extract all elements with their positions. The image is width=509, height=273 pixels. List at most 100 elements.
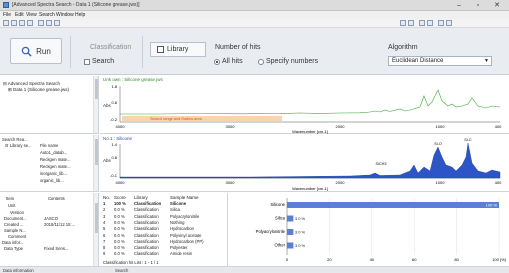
result-sample-name[interactable]: Polyester (170, 245, 187, 250)
menu-window[interactable]: Window (56, 12, 74, 18)
specify-numbers-radio[interactable] (258, 59, 264, 65)
properties-pane: Item Contents Unit Version Document... J… (0, 193, 99, 266)
status-right: Search (115, 268, 129, 273)
ribbon-separator (142, 36, 143, 68)
result-score[interactable]: 0.0 % (114, 207, 125, 212)
result-sample-name[interactable]: Hydrocarbon (170, 226, 194, 231)
prop-key: Sample N... (4, 228, 26, 233)
column-header-library: Library (134, 195, 148, 200)
result-score[interactable]: 0.0 % (114, 220, 125, 225)
result-sample-name[interactable]: Silicone (170, 201, 186, 206)
library-button[interactable]: Library (150, 42, 206, 57)
score-bar[interactable] (287, 215, 294, 222)
menu-view[interactable]: View (26, 12, 37, 18)
result-score[interactable]: 0.0 % (114, 226, 125, 231)
x-tick-label: 1000 (436, 180, 446, 185)
library-list-pane: Search Rea... ⊟ Library se... File name … (0, 135, 99, 192)
result-library[interactable]: Classification (134, 226, 159, 231)
copy-icon[interactable] (46, 20, 52, 26)
run-button[interactable]: Run (10, 38, 62, 64)
sample-spectrum-plot: Unk own : Silicone grease.jws Abs 1.8 0.… (103, 77, 502, 134)
result-score[interactable]: 0.0 % (114, 239, 125, 244)
paste-icon[interactable] (54, 20, 60, 26)
result-sample-name[interactable]: Amide resin (170, 251, 192, 256)
menu-file[interactable]: File (3, 12, 11, 18)
library-node[interactable]: ⊟ Library se... (5, 143, 32, 148)
maximize-button[interactable]: ▫ (471, 1, 485, 10)
list-item[interactable]: Auto1_datab... (40, 150, 67, 155)
menu-search[interactable]: Search (39, 12, 55, 18)
result-sample-name[interactable]: Polyacrylonitrile (170, 214, 199, 219)
result-no[interactable]: 2 (103, 207, 105, 212)
menu-help[interactable]: Help (75, 12, 85, 18)
result-no[interactable]: 7 (103, 239, 105, 244)
result-score[interactable]: 0.0 % (114, 214, 125, 219)
prop-value: Fixed Sens... (44, 246, 69, 251)
search-checkbox[interactable] (84, 59, 90, 65)
result-no[interactable]: 8 (103, 245, 105, 250)
result-sample-name[interactable]: Polyvinyl acetate (170, 233, 201, 238)
props-col-item: Item (6, 196, 15, 201)
library-label: Library (167, 46, 189, 53)
result-score[interactable]: 100 % (114, 201, 126, 206)
result-sample-name[interactable]: Nothing (170, 220, 184, 225)
undo-icon[interactable] (400, 20, 406, 26)
list-item[interactable]: organic_lib... (40, 178, 64, 183)
result-library[interactable]: Classification (134, 233, 159, 238)
minimize-button[interactable]: – (452, 1, 466, 10)
menu-edit[interactable]: Edit (15, 12, 24, 18)
list-scrollbar[interactable] (93, 135, 98, 191)
view-icon[interactable] (438, 20, 444, 26)
result-library[interactable]: Classification (134, 214, 159, 219)
redo-icon[interactable] (408, 20, 414, 26)
save-icon[interactable] (19, 20, 25, 26)
x-tick-label: 400 (495, 180, 502, 185)
props-scrollbar[interactable] (93, 193, 98, 266)
status-left: Data information (3, 268, 34, 273)
result-library[interactable]: Classification (134, 201, 161, 206)
list-item[interactable]: Reckgen mate... (40, 157, 71, 162)
result-no[interactable]: 3 (103, 214, 105, 219)
y-axis-title: Abs (103, 103, 112, 108)
library-spectrum-fill (119, 142, 501, 179)
tree-scrollbar[interactable] (93, 76, 98, 133)
result-no[interactable]: 4 (103, 220, 105, 225)
new-icon[interactable] (3, 20, 9, 26)
result-no[interactable]: 6 (103, 233, 105, 238)
list-item[interactable]: Reckgen mate... (40, 164, 71, 169)
sample-spectrum-pane: Unk own : Silicone grease.jws Abs 1.8 0.… (100, 76, 509, 134)
y-tick-label: -0.2 (110, 117, 118, 122)
y-tick-label: 0.8 (111, 155, 117, 160)
all-hits-radio[interactable] (214, 59, 220, 65)
zoom-icon[interactable] (419, 20, 425, 26)
close-button[interactable]: ✕ (490, 1, 504, 10)
score-bar[interactable] (287, 229, 294, 235)
result-library[interactable]: Classification (134, 239, 159, 244)
open-icon[interactable] (11, 20, 17, 26)
result-library[interactable]: Classification (134, 251, 159, 256)
tree-child[interactable]: ⊞ Data 1 (Silicone grease.jws) (8, 87, 69, 93)
book-icon (157, 46, 164, 53)
result-library[interactable]: Classification (134, 220, 159, 225)
result-score[interactable]: 0.0 % (114, 245, 125, 250)
grid-icon[interactable] (427, 20, 433, 26)
list-item[interactable]: inorganic_lib... (40, 171, 67, 176)
score-bar[interactable] (287, 242, 294, 249)
result-no[interactable]: 1 (103, 201, 105, 206)
settings-icon[interactable] (446, 20, 452, 26)
result-sample-name[interactable]: Silica (170, 207, 180, 212)
algorithm-select[interactable]: Euclidean Distance ▼ (388, 56, 492, 66)
x-tick-label: 2000 (336, 124, 346, 129)
result-library[interactable]: Classification (134, 245, 159, 250)
library-spectrum-plot: No.1 : Silicone Abs 1.4 0.8 -0.1 SiCH3 S… (103, 136, 502, 191)
result-sample-name[interactable]: Hydrocarbon (PP) (170, 239, 204, 244)
print-icon[interactable] (27, 20, 33, 26)
result-no[interactable]: 9 (103, 251, 105, 256)
score-bar[interactable] (287, 202, 499, 208)
result-score[interactable]: 0.0 % (114, 251, 125, 256)
result-no[interactable]: 5 (103, 226, 105, 231)
cut-icon[interactable] (38, 20, 44, 26)
result-score[interactable]: 0.0 % (114, 233, 125, 238)
result-library[interactable]: Classification (134, 207, 159, 212)
tree-pane: ⊟ Advanced Spectra Search ⊞ Data 1 (Sili… (0, 76, 99, 134)
